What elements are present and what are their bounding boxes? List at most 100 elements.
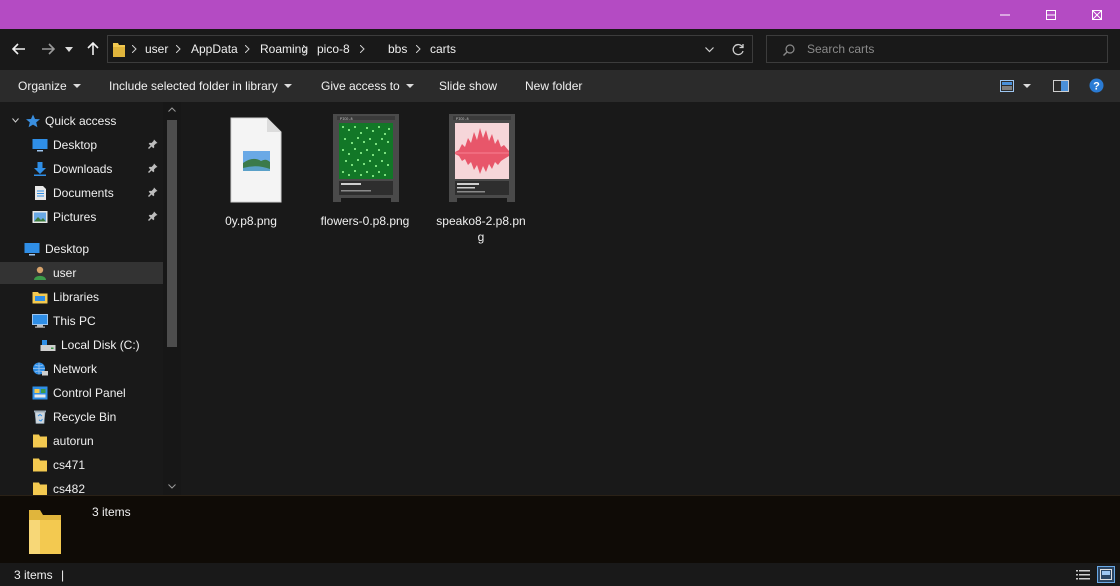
nav-desktop-pinned[interactable]: Desktop <box>0 134 163 156</box>
file-item[interactable]: PICO-8 speako8-2.p8.png <box>435 110 527 244</box>
svg-text:PICO-8: PICO-8 <box>340 118 353 122</box>
file-list[interactable]: 0y.p8.png PICO-8 flowers-0.p8.png PICO-8… <box>181 102 1120 495</box>
folder-icon <box>113 43 125 57</box>
search-placeholder: Search carts <box>807 42 875 56</box>
breadcrumb-roaming[interactable]: Roaming <box>260 42 308 56</box>
breadcrumb-bbs[interactable]: bbs <box>388 42 407 56</box>
user-icon <box>34 266 46 280</box>
pin-icon[interactable] <box>148 211 158 221</box>
breadcrumb-carts[interactable]: carts <box>430 42 456 56</box>
organize-menu[interactable]: Organize <box>18 79 81 93</box>
nav-label: Network <box>53 362 98 376</box>
min-visual <box>982 0 1028 29</box>
nav-label: Local Disk (C:) <box>61 338 140 352</box>
large-icons-view-button[interactable] <box>1097 566 1115 583</box>
include-library-menu[interactable]: Include selected folder in library <box>109 79 292 93</box>
give-access-label: Give access to <box>321 79 400 93</box>
recycle-bin-icon <box>34 410 46 424</box>
change-view-button[interactable] <box>1000 80 1031 92</box>
svg-text:?: ? <box>1093 81 1100 93</box>
title-bar[interactable] <box>0 0 1120 29</box>
file-name: flowers-0.p8.png <box>320 214 410 228</box>
search-icon <box>783 44 795 56</box>
help-button[interactable]: ? <box>1089 78 1104 93</box>
libraries-icon <box>32 292 48 304</box>
arrow-right-icon <box>42 43 55 55</box>
breadcrumb-appdata[interactable]: AppData <box>191 42 238 56</box>
pin-icon[interactable] <box>148 139 158 149</box>
nav-libraries[interactable]: Libraries <box>0 286 163 308</box>
new-folder-label: New folder <box>525 79 583 93</box>
nav-scrollbar[interactable] <box>163 102 181 495</box>
folder-icon <box>33 434 47 448</box>
nav-network[interactable]: Network <box>0 358 163 380</box>
nav-label: Pictures <box>53 210 97 224</box>
nav-documents[interactable]: Documents <box>0 182 163 204</box>
view-icon <box>1000 80 1014 92</box>
address-row: user AppData Roaming pico-8 bbs carts Se… <box>0 29 1120 70</box>
nav-folder-cs471[interactable]: cs471 <box>0 454 163 476</box>
chevron-right-icon <box>176 45 181 53</box>
pictures-icon <box>32 211 48 223</box>
organize-label: Organize <box>18 79 67 93</box>
file-item[interactable]: PICO-8 flowers-0.p8.png <box>319 110 411 242</box>
nav-local-disk[interactable]: Local Disk (C:) <box>0 334 163 356</box>
pin-icon[interactable] <box>148 163 158 173</box>
scroll-up-icon[interactable] <box>168 107 176 112</box>
nav-this-pc[interactable]: This PC <box>0 310 163 332</box>
up-button[interactable] <box>82 37 104 61</box>
nav-folder-cs482[interactable]: cs482 <box>0 478 163 495</box>
navigation-pane[interactable]: Quick access Desktop Downloads Documents… <box>0 102 181 495</box>
slide-show-button[interactable]: Slide show <box>439 79 497 93</box>
address-dropdown-icon[interactable] <box>705 47 714 53</box>
details-view-button[interactable] <box>1074 566 1092 583</box>
status-separator: | <box>61 568 65 582</box>
preview-pane-button[interactable] <box>1053 80 1069 92</box>
nav-label: autorun <box>53 434 94 448</box>
nav-control-panel[interactable]: Control Panel <box>0 382 163 404</box>
details-item-count: 3 items <box>92 505 131 519</box>
nav-label: Quick access <box>45 114 117 128</box>
refresh-icon[interactable] <box>732 43 745 56</box>
scroll-thumb[interactable] <box>167 120 177 347</box>
nav-label: user <box>53 266 77 280</box>
maximize-square-icon <box>1046 9 1056 20</box>
give-access-menu[interactable]: Give access to <box>321 79 414 93</box>
max-visual <box>1028 0 1074 29</box>
nav-label: Downloads <box>53 162 113 176</box>
nav-quick-access[interactable]: Quick access <box>0 110 163 132</box>
back-button[interactable] <box>8 37 30 61</box>
recent-locations-button[interactable] <box>62 37 76 61</box>
nav-label: Desktop <box>53 138 98 152</box>
nav-label: cs482 <box>53 482 86 495</box>
pico8-cart-pink: PICO-8 <box>449 114 515 202</box>
document-icon <box>35 186 46 200</box>
forward-button[interactable] <box>37 37 59 61</box>
nav-folder-autorun[interactable]: autorun <box>0 430 163 452</box>
caret-down-icon <box>405 84 414 88</box>
nav-pictures[interactable]: Pictures <box>0 206 163 228</box>
pin-icon[interactable] <box>148 187 158 197</box>
chevron-right-icon <box>360 45 365 53</box>
chevron-down-icon[interactable] <box>12 118 19 123</box>
nav-user[interactable]: user <box>0 262 163 284</box>
caret-down-icon <box>283 84 292 88</box>
breadcrumb-pico8[interactable]: pico-8 <box>317 42 350 56</box>
nav-recycle-bin[interactable]: Recycle Bin <box>0 406 163 428</box>
nav-downloads[interactable]: Downloads <box>0 158 163 180</box>
nav-desktop[interactable]: Desktop <box>0 238 163 260</box>
search-box[interactable]: Search carts <box>766 35 1108 63</box>
folder-icon <box>33 482 47 495</box>
file-name: speako8-2.p8.png <box>436 214 526 244</box>
computer-icon <box>32 314 48 328</box>
arrow-up-icon <box>87 42 99 55</box>
scroll-down-icon[interactable] <box>168 484 176 489</box>
status-item-count: 3 items <box>14 568 53 582</box>
chevron-right-icon <box>303 45 308 53</box>
file-item[interactable]: 0y.p8.png <box>205 110 297 242</box>
address-bar[interactable]: user AppData Roaming pico-8 bbs carts <box>107 35 753 63</box>
network-icon <box>33 362 48 376</box>
breadcrumb-user[interactable]: user <box>145 42 168 56</box>
new-folder-button[interactable]: New folder <box>525 79 582 93</box>
star-icon <box>26 114 40 128</box>
